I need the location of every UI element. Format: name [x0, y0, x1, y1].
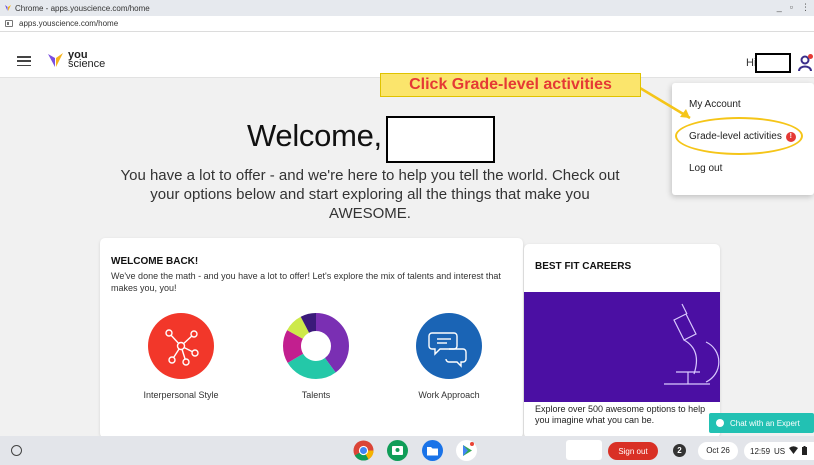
welcome-back-body: We've done the math - and you have a lot…: [111, 271, 501, 293]
more-menu-button[interactable]: ⋮: [801, 2, 810, 13]
chat-icon: [716, 419, 724, 427]
locale-indicator: US: [774, 446, 786, 456]
battery-icon: [802, 445, 808, 457]
screen-capture-thumbnail[interactable]: [566, 440, 602, 460]
category-label: Work Approach: [418, 390, 480, 400]
welcome-title: Welcome,: [247, 118, 382, 153]
window-controls: _ ▫ ⋮: [777, 2, 810, 13]
careers-title: BEST FIT CAREERS: [535, 261, 632, 272]
classroom-icon[interactable]: [387, 440, 408, 461]
careers-body: Explore over 500 awesome options to help…: [535, 404, 706, 425]
minimize-button[interactable]: _: [777, 2, 782, 13]
user-account-icon[interactable]: [797, 54, 813, 72]
launcher-icon[interactable]: [11, 445, 22, 456]
page-info-icon[interactable]: [5, 20, 13, 27]
best-fit-careers-card[interactable]: BEST FIT CAREERS Explore over 500 awesom…: [524, 244, 720, 438]
category-label: Talents: [301, 390, 331, 400]
redacted-welcome-name: [386, 116, 495, 163]
os-shelf: Sign out 2 Oct 26 12:59 US: [0, 436, 814, 465]
donut-chart-icon: [283, 313, 349, 379]
youscience-logo[interactable]: you science: [47, 49, 106, 70]
status-tray[interactable]: 12:59 US: [744, 442, 814, 460]
menu-item-log-out[interactable]: Log out: [689, 163, 722, 174]
chat-label: Chat with an Expert: [730, 418, 800, 428]
logo-wordmark: you science: [68, 49, 106, 70]
annotation-callout: Click Grade-level activities: [380, 73, 641, 97]
youscience-favicon: [4, 4, 12, 12]
url-text[interactable]: apps.youscience.com/home: [19, 19, 118, 28]
address-bar[interactable]: apps.youscience.com/home: [0, 16, 814, 32]
welcome-back-card: WELCOME BACK! We've done the math - and …: [100, 238, 523, 438]
date-tray[interactable]: Oct 26: [698, 442, 738, 460]
category-label: Interpersonal Style: [143, 390, 219, 400]
hamburger-menu-icon[interactable]: [17, 56, 31, 66]
chrome-icon[interactable]: [353, 440, 374, 461]
careers-banner: [524, 292, 720, 402]
category-interpersonal-style[interactable]: Interpersonal Style: [126, 313, 236, 400]
window-titlebar: Chrome - apps.youscience.com/home _ ▫ ⋮: [0, 0, 814, 16]
microscope-icon: [664, 303, 720, 385]
app-header: you science Hi: [0, 32, 814, 78]
network-icon: [148, 313, 214, 379]
logo-mark-icon: [48, 53, 63, 67]
chat-with-expert-button[interactable]: Chat with an Expert: [709, 413, 814, 433]
redacted-username: [755, 53, 791, 73]
files-icon[interactable]: [422, 440, 443, 461]
clock-time: 12:59: [750, 446, 771, 456]
play-store-icon[interactable]: [456, 440, 477, 461]
window-title: Chrome - apps.youscience.com/home: [15, 3, 150, 13]
restore-button[interactable]: ▫: [790, 2, 793, 13]
sign-out-button[interactable]: Sign out: [608, 442, 658, 460]
wifi-icon: [789, 446, 799, 456]
welcome-back-title: WELCOME BACK!: [111, 256, 199, 267]
notification-count-badge[interactable]: 2: [673, 444, 686, 457]
welcome-subtitle: You have a lot to offer - and we're here…: [120, 167, 620, 222]
chat-bubbles-icon: [416, 313, 482, 379]
category-talents[interactable]: Talents: [261, 313, 371, 400]
category-work-approach[interactable]: Work Approach: [394, 313, 504, 400]
